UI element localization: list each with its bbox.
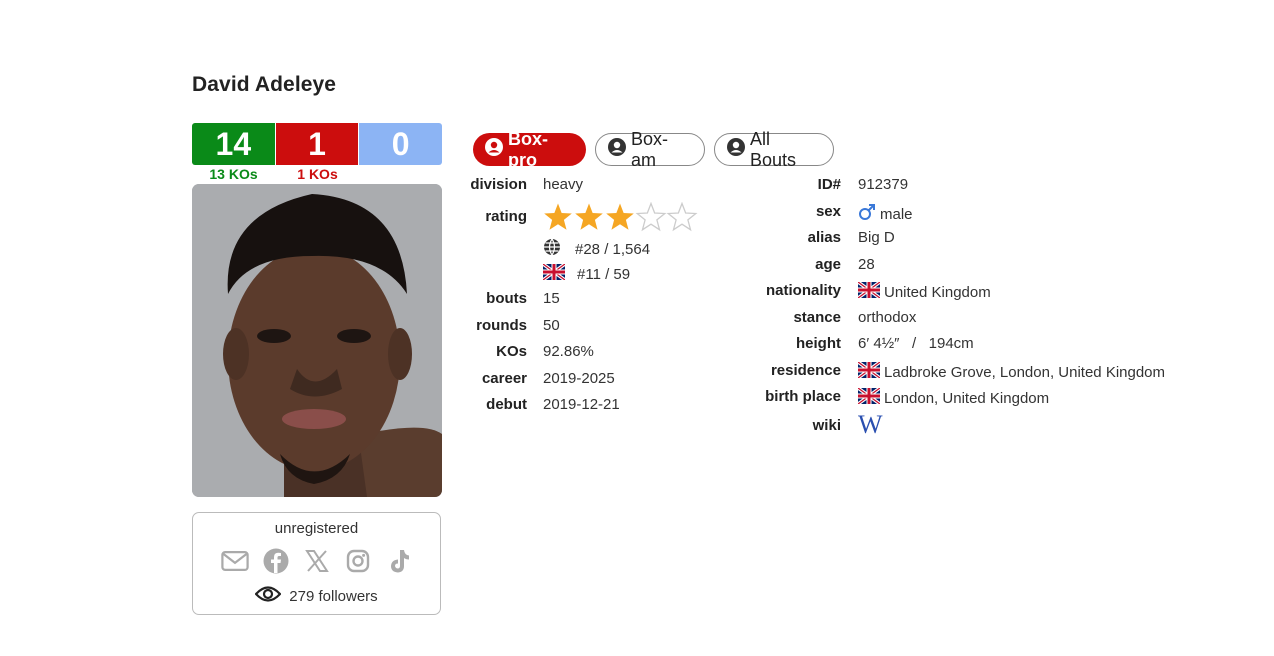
division-label: division (470, 176, 527, 193)
user-circle-icon (608, 138, 626, 161)
height-label: height (796, 335, 841, 352)
country-rank[interactable]: #11 / 59 (577, 266, 630, 283)
residence-row: Ladbroke Grove, London, United Kingdom (856, 360, 1165, 382)
followers-row: 279 followers (193, 585, 440, 607)
birth-place-value[interactable]: London, United Kingdom (884, 390, 1049, 407)
user-circle-icon (485, 138, 503, 161)
user-circle-icon (727, 138, 745, 161)
career-value: 2019-2025 (543, 370, 615, 387)
height-value: 6′ 4½″ / 194cm (858, 335, 974, 352)
nationality-label: nationality (765, 282, 841, 299)
sex-label: sex (815, 203, 841, 220)
sex-value: male (880, 205, 913, 223)
record-bar: 14 1 0 (192, 123, 443, 165)
debut-label: debut (486, 396, 527, 413)
email-icon[interactable] (220, 547, 249, 575)
kos-label: KOs (496, 343, 527, 360)
tab-label: Box-am (631, 128, 669, 170)
tab-label: All Bouts (750, 128, 797, 170)
social-panel: unregistered 279 followers (192, 512, 441, 615)
world-rank-row: #28 / 1,564 (543, 238, 650, 260)
win-kos: 13 KOs (209, 166, 258, 182)
rounds-value: 50 (543, 317, 560, 334)
tiktok-icon[interactable] (385, 547, 413, 575)
nationality-value[interactable]: United Kingdom (884, 284, 991, 301)
rating-stars (543, 202, 699, 233)
bouts-label: bouts (486, 290, 527, 307)
residence-value[interactable]: Ladbroke Grove, London, United Kingdom (884, 364, 1165, 381)
instagram-icon[interactable] (344, 547, 372, 575)
eye-icon (254, 585, 282, 607)
rounds-label: rounds (476, 317, 527, 334)
sex-row: male (858, 203, 913, 225)
career-label: career (481, 370, 527, 387)
boxer-photo (192, 184, 442, 497)
social-icons (193, 547, 440, 575)
loss-kos: 1 KOs (297, 166, 338, 182)
male-icon (858, 203, 876, 225)
alias-label: alias (807, 229, 841, 246)
rating-label: rating (485, 208, 527, 225)
star-filled-icon (544, 203, 572, 230)
star-empty-icon (635, 202, 667, 232)
tab-box-am[interactable]: Box-am (595, 129, 705, 170)
uk-flag-icon (856, 386, 882, 408)
residence-label: residence (770, 362, 841, 379)
star-empty-icon (666, 202, 698, 232)
tab-label: Box-pro (508, 128, 548, 170)
wiki-label: wiki (812, 417, 841, 434)
uk-flag-icon (856, 360, 882, 382)
kos-value: 92.86% (543, 343, 594, 360)
age-value: 28 (858, 256, 875, 273)
losses-count: 1 (275, 123, 359, 165)
stance-value: orthodox (858, 309, 917, 326)
world-rank[interactable]: #28 / 1,564 (575, 241, 650, 258)
country-rank-row: #11 / 59 (541, 262, 630, 284)
id-label: ID# (817, 176, 841, 193)
tab-box-pro[interactable]: Box-pro (473, 129, 586, 170)
birth-place-row: London, United Kingdom (856, 386, 1049, 408)
wikipedia-icon[interactable]: W (858, 410, 882, 440)
registration-status: unregistered (274, 520, 359, 537)
division-value[interactable]: heavy (543, 176, 583, 193)
followers-count: 279 followers (289, 587, 378, 605)
x-icon[interactable] (303, 547, 331, 575)
star-filled-icon (575, 203, 603, 230)
uk-flag-icon (856, 280, 882, 302)
debut-value[interactable]: 2019-12-21 (543, 396, 620, 413)
stance-label: stance (793, 309, 841, 326)
tab-all-bouts[interactable]: All Bouts (714, 129, 834, 170)
uk-flag-icon (541, 262, 567, 284)
boxer-name: David Adeleye (192, 73, 337, 96)
star-filled-icon (606, 203, 634, 230)
globe-icon (543, 238, 561, 260)
age-label: age (815, 256, 841, 273)
facebook-icon[interactable] (262, 547, 290, 575)
alias-value: Big D (858, 229, 895, 246)
wins-count: 14 (192, 123, 275, 165)
id-value: 912379 (858, 176, 909, 193)
bouts-value: 15 (543, 290, 560, 307)
birth-place-label: birth place (765, 388, 841, 405)
draws-count: 0 (359, 123, 443, 165)
nationality-row: United Kingdom (856, 280, 991, 302)
